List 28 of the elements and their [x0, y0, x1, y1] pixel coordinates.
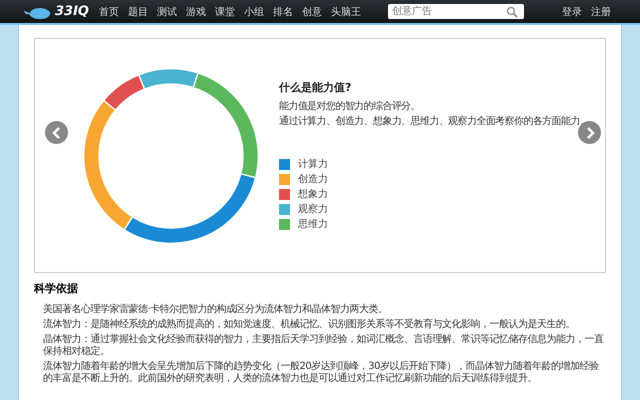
- site-logo[interactable]: 33IQ: [55, 4, 89, 19]
- section-paragraph: 流体智力：是随神经系统的成熟而提高的，如知觉速度、机械记忆、识别图形关系等不受教育与文化影响，一般认为是天生的。: [43, 319, 576, 331]
- section-paragraph: 美国著名心理学家雷蒙德·卡特尔把智力的构成区分为流体智力和晶体智力两大类。: [43, 304, 389, 316]
- nav-link[interactable]: 创意: [302, 4, 322, 18]
- section-paragraph: 流体智力随着年龄的增大会呈先增加后下降的趋势变化（一般20岁达到顶峰，30岁以后开始下降），而晶体智力随着年龄的增加经验的丰富是不断上升的。此前国外的研究表明，人类的流体智力也是可以通过对工作记忆刷新功能的后天训练得到提升。: [43, 361, 600, 385]
- section-paragraph: 晶体智力：通过掌握社会文化经验而获得的智力，主要指后天学习到经验，如词汇概念、言语理解、常识等记忆储存信息为能力，一直保持相对稳定。: [43, 334, 604, 358]
- next-slide-button[interactable]: [578, 121, 601, 144]
- previous-slide-button[interactable]: [45, 121, 68, 144]
- legend-label: 想象力: [298, 188, 328, 201]
- legend-label: 创造力: [298, 172, 328, 186]
- account-link[interactable]: 登录: [562, 4, 582, 18]
- account-link[interactable]: 注册: [591, 4, 611, 18]
- slide-text: 能力值是对您的智力的综合评分。: [279, 100, 422, 114]
- nav-link[interactable]: 题目: [128, 4, 148, 18]
- search-icon[interactable]: [506, 6, 518, 18]
- nav-link[interactable]: 游戏: [186, 4, 206, 18]
- nav-link[interactable]: 小组: [244, 4, 264, 18]
- chevron-left-icon: [50, 126, 62, 138]
- nav-link[interactable]: 排名: [272, 4, 293, 18]
- nav-link[interactable]: 测试: [156, 4, 177, 18]
- legend-label: 计算力: [298, 158, 328, 171]
- nav-link[interactable]: 首页: [98, 4, 119, 18]
- section-title: 科学依据: [34, 281, 79, 296]
- legend-label: 观察力: [298, 202, 328, 216]
- legend-label: 思维力: [298, 218, 328, 231]
- nav-link[interactable]: 头脑王: [330, 4, 361, 18]
- nav-link[interactable]: 课堂: [214, 4, 235, 18]
- slide-title: 什么是能力值?: [279, 80, 352, 95]
